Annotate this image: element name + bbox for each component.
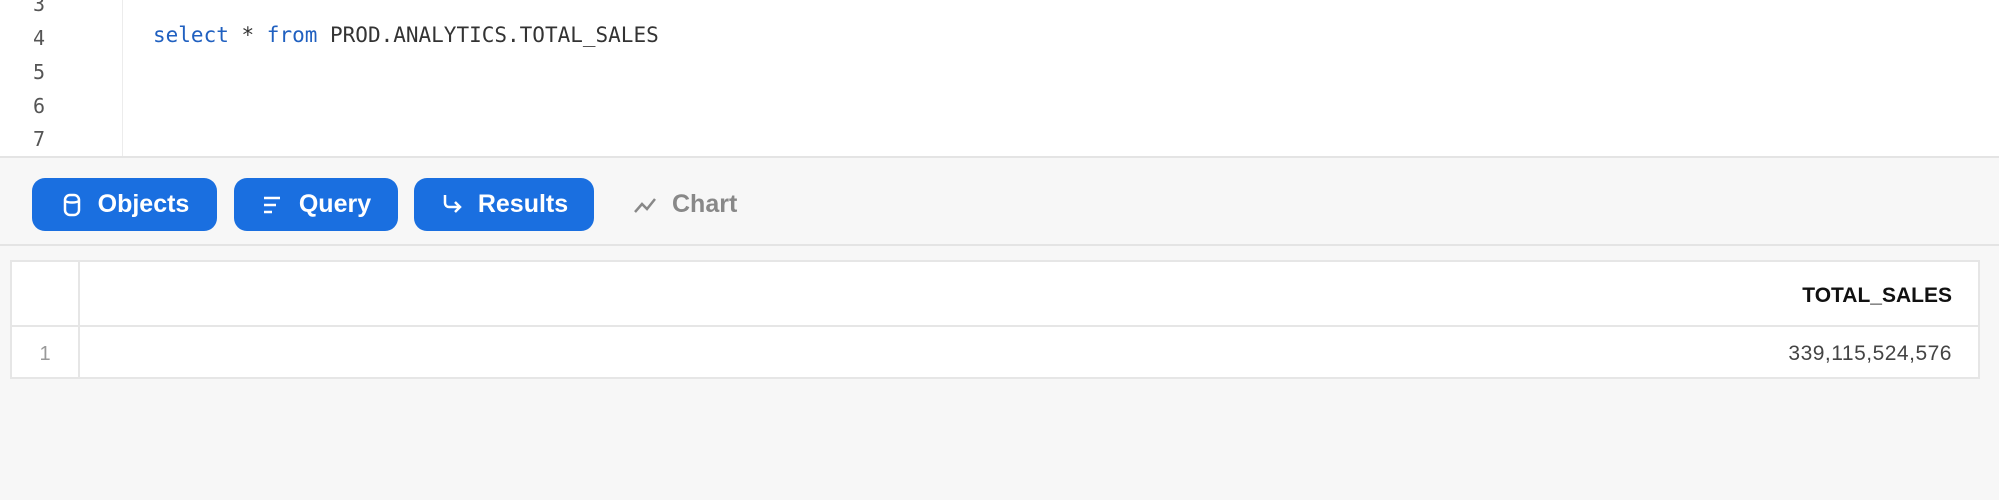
query-button[interactable]: Query — [234, 178, 398, 231]
line-number: 6 — [32, 94, 46, 118]
chart-label: Chart — [672, 190, 738, 218]
table-cell[interactable]: 339,115,524,576 — [1788, 342, 1952, 366]
table-identifier: PROD.ANALYTICS.TOTAL_SALES — [317, 23, 659, 47]
results-table: TOTAL_SALES 1 339,115,524,576 — [10, 260, 1980, 379]
lines-icon — [263, 196, 280, 213]
line-number-gutter: 3 4 5 6 7 — [0, 0, 123, 156]
operator: * — [228, 23, 267, 47]
database-icon — [63, 193, 80, 216]
code-line[interactable]: select * from PROD.ANALYTICS.TOTAL_SALES — [153, 23, 659, 47]
chart-button[interactable]: Chart — [632, 178, 737, 231]
line-number: 4 — [32, 26, 46, 50]
results-label: Results — [477, 190, 569, 218]
line-number: 3 — [32, 0, 46, 16]
query-label: Query — [298, 190, 372, 218]
sql-editor[interactable]: 3 4 5 6 7 select * from PROD.ANALYTICS.T… — [0, 0, 1999, 158]
column-header-total-sales[interactable]: TOTAL_SALES — [1802, 284, 1952, 308]
keyword: select — [153, 23, 229, 47]
line-number: 5 — [32, 60, 46, 84]
objects-label: Objects — [97, 190, 190, 218]
objects-button[interactable]: Objects — [32, 178, 217, 231]
keyword: from — [266, 23, 318, 47]
results-button[interactable]: Results — [414, 178, 594, 231]
arrow-turn-icon — [443, 194, 462, 213]
row-number: 1 — [39, 343, 51, 365]
line-chart-icon — [634, 197, 656, 213]
results-toolbar: Objects Query Results Chart — [0, 158, 1999, 246]
table-header: TOTAL_SALES — [12, 262, 1978, 327]
row-number-divider — [78, 262, 80, 377]
line-number: 7 — [32, 127, 46, 151]
